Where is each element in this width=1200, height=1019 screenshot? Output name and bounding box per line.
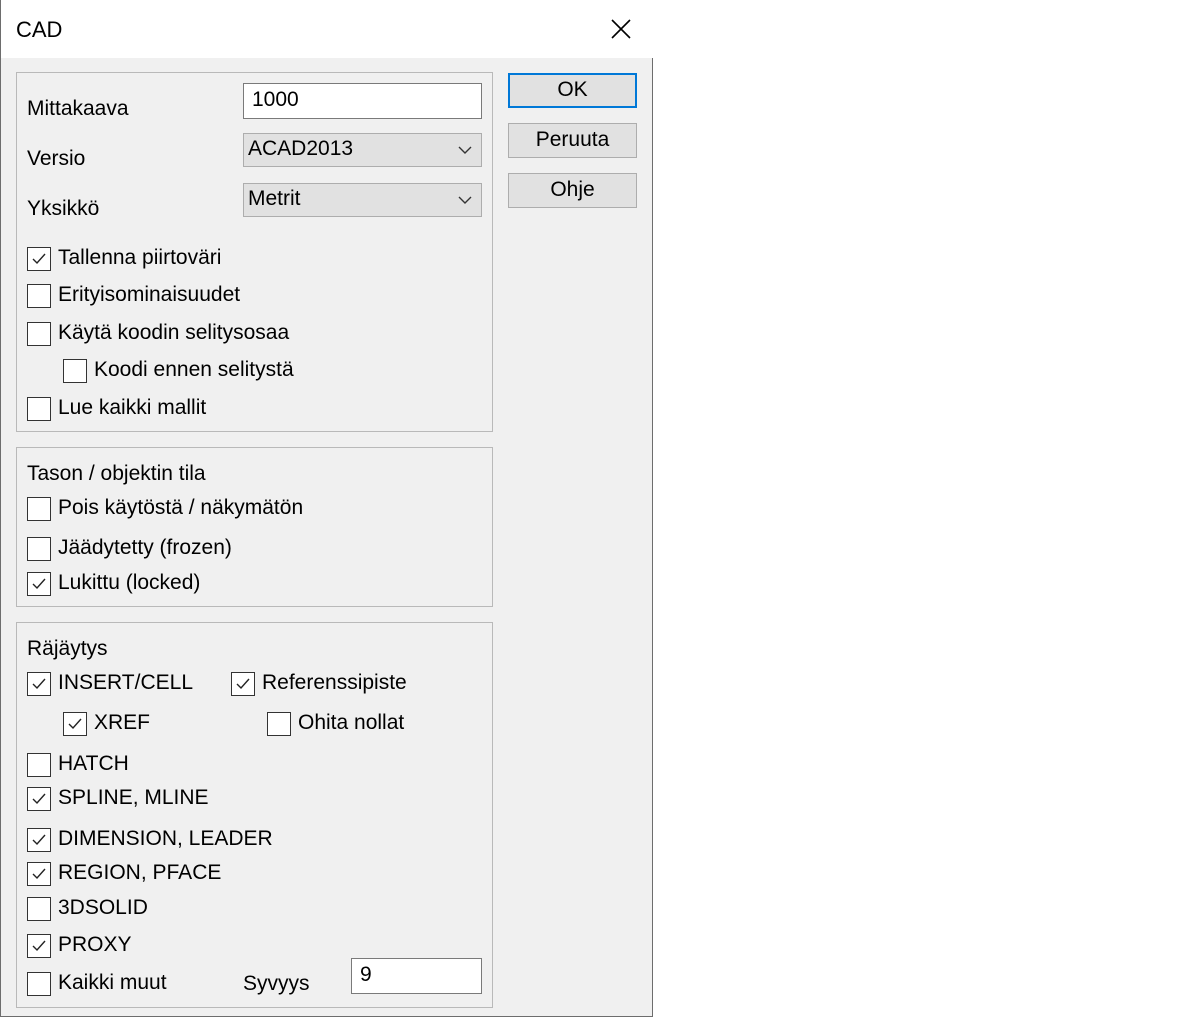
unit-value: Metrit (248, 187, 301, 210)
checkmark-icon (68, 718, 82, 730)
frozen-label: Jäädytetty (frozen) (58, 536, 232, 559)
depth-label: Syvyys (243, 972, 310, 995)
read-all-models-label: Lue kaikki mallit (58, 396, 207, 419)
cad-dialog: CAD Mittakaava 1000 Versio ACAD2013 Yksi… (0, 0, 653, 1017)
use-code-description-label: Käytä koodin selitysosaa (58, 321, 290, 344)
checkmark-icon (32, 678, 46, 690)
checkbox-box (63, 359, 87, 383)
off-invisible-label: Pois käytöstä / näkymätön (58, 496, 304, 519)
chevron-down-icon (458, 146, 472, 154)
checkmark-icon (32, 578, 46, 590)
checkbox-box (27, 572, 51, 596)
checkmark-icon (32, 868, 46, 880)
3dsolid-label: 3DSOLID (58, 896, 148, 919)
version-label: Versio (27, 147, 86, 170)
special-properties-label: Erityisominaisuudet (58, 283, 241, 306)
checkbox-box (27, 934, 51, 958)
checkbox-box (27, 247, 51, 271)
checkbox-box (27, 787, 51, 811)
cancel-button[interactable]: Peruuta (508, 123, 637, 158)
version-value: ACAD2013 (248, 137, 354, 160)
title-bar: CAD (1, 0, 653, 58)
checkbox-box (27, 972, 51, 996)
checkbox-box (231, 672, 255, 696)
chevron-down-icon (458, 196, 472, 204)
code-before-description-label: Koodi ennen selitystä (94, 358, 294, 381)
layer-state-heading: Tason / objektin tila (27, 462, 206, 485)
save-color-label: Tallenna piirtoväri (58, 246, 222, 269)
scale-input[interactable]: 1000 (243, 83, 482, 119)
checkbox-box (27, 537, 51, 561)
spline-mline-label: SPLINE, MLINE (58, 786, 209, 809)
xref-label: XREF (94, 711, 151, 734)
depth-input[interactable]: 9 (351, 958, 482, 994)
unit-select[interactable]: Metrit (243, 183, 482, 217)
scale-label: Mittakaava (27, 97, 129, 120)
checkbox-box (27, 753, 51, 777)
checkbox-box (63, 712, 87, 736)
region-pface-label: REGION, PFACE (58, 861, 222, 884)
checkbox-box (27, 397, 51, 421)
unit-label: Yksikkö (27, 197, 100, 220)
checkmark-icon (32, 253, 46, 265)
checkmark-icon (32, 793, 46, 805)
dialog-title: CAD (16, 17, 63, 42)
dimension-leader-label: DIMENSION, LEADER (58, 827, 273, 850)
locked-label: Lukittu (locked) (58, 571, 201, 594)
version-select[interactable]: ACAD2013 (243, 133, 482, 167)
ok-button[interactable]: OK (508, 73, 637, 108)
skip-zeros-label: Ohita nollat (298, 711, 405, 734)
checkmark-icon (32, 834, 46, 846)
all-others-label: Kaikki muut (58, 971, 167, 994)
explode-heading: Räjäytys (27, 637, 108, 660)
checkbox-box (27, 322, 51, 346)
close-icon[interactable] (601, 12, 641, 48)
checkmark-icon (236, 678, 250, 690)
hatch-label: HATCH (58, 752, 129, 775)
checkbox-box (27, 672, 51, 696)
checkbox-box (27, 284, 51, 308)
checkbox-box (27, 497, 51, 521)
checkbox-box (27, 897, 51, 921)
help-button[interactable]: Ohje (508, 173, 637, 208)
checkmark-icon (32, 940, 46, 952)
checkbox-box (27, 862, 51, 886)
reference-point-label: Referenssipiste (262, 671, 407, 694)
checkbox-box (267, 712, 291, 736)
proxy-label: PROXY (58, 933, 132, 956)
checkbox-box (27, 828, 51, 852)
insert-cell-label: INSERT/CELL (58, 671, 193, 694)
